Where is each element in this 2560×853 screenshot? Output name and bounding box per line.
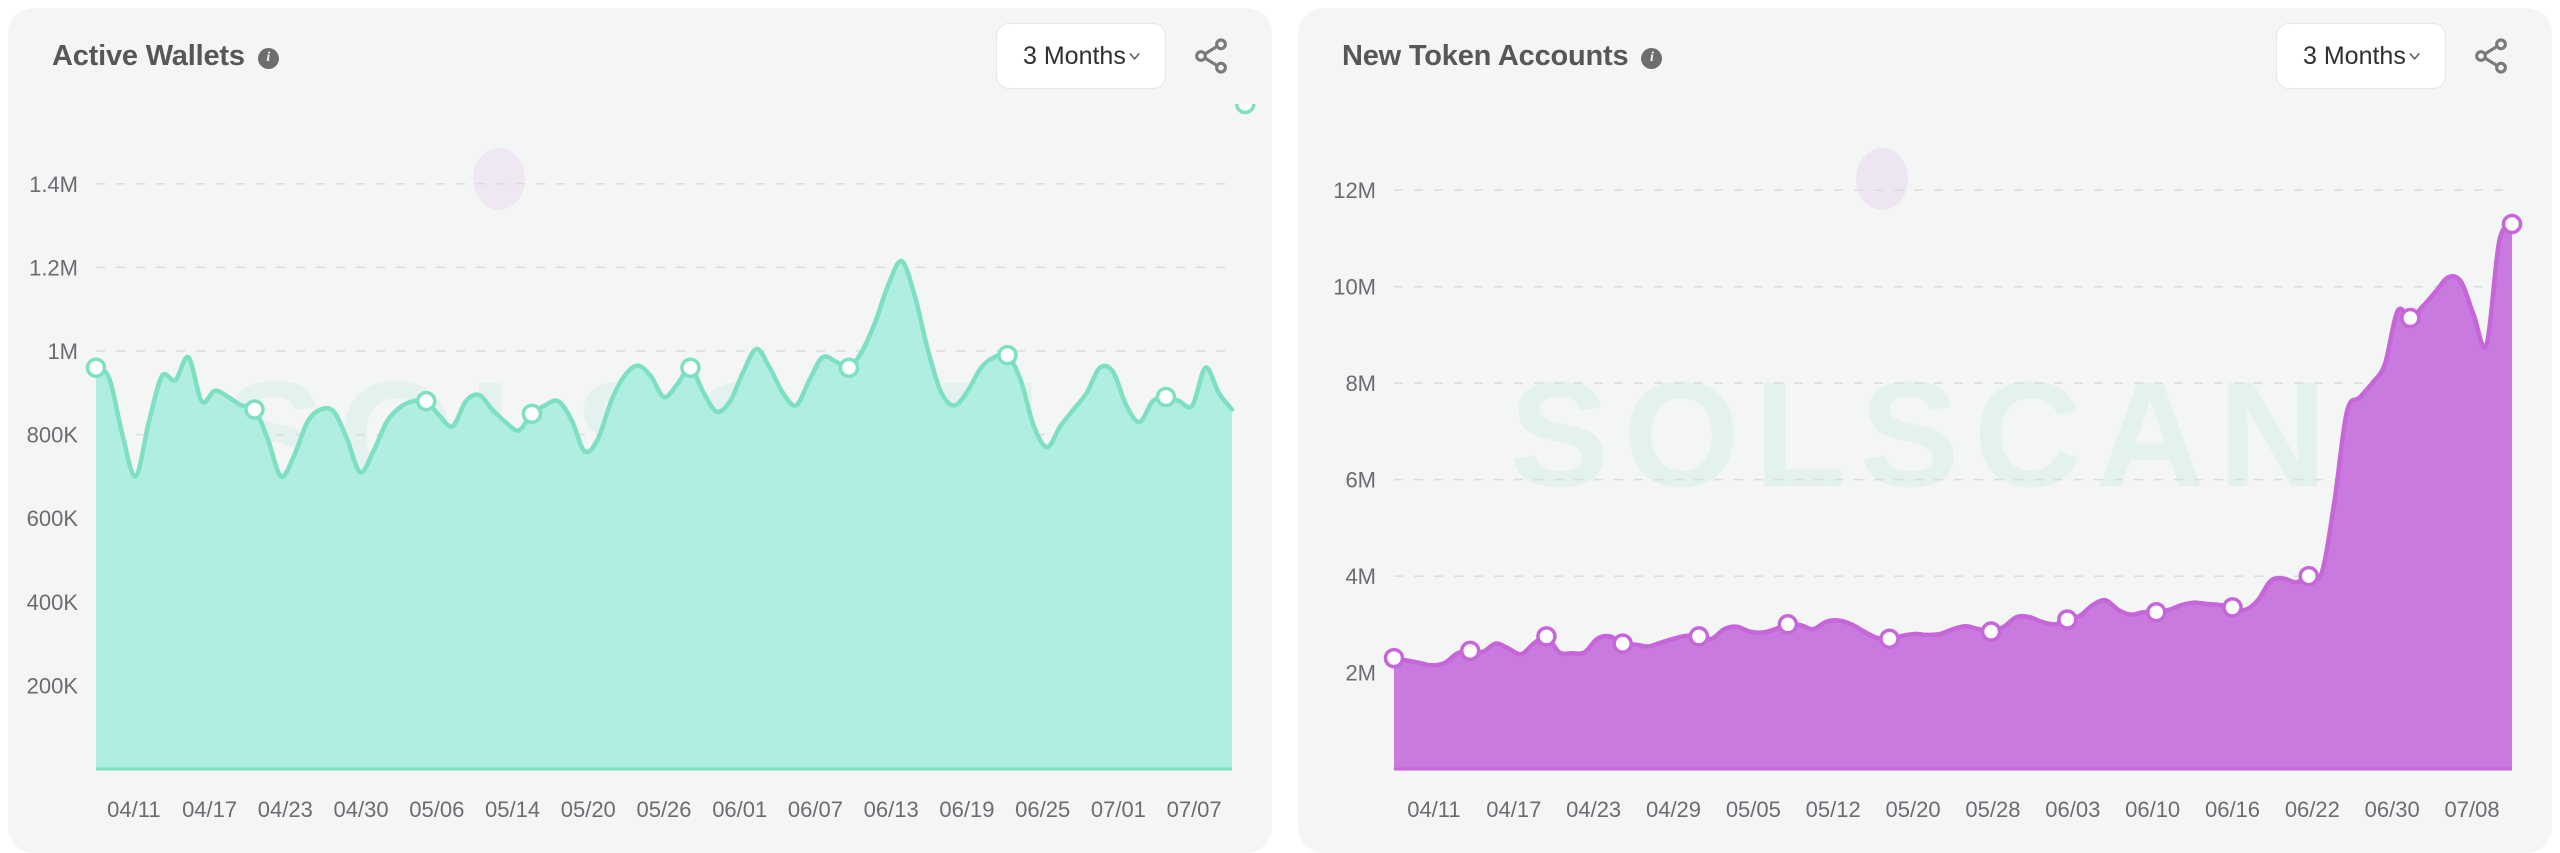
- data-point-marker[interactable]: [85, 357, 107, 378]
- active-wallets-chart[interactable]: SOLSCAN 200K400K600K800K1M1.2M1.4M04/110…: [8, 104, 1272, 853]
- data-point-marker[interactable]: [1688, 626, 1710, 647]
- x-axis-tick-label: 05/05: [1726, 797, 1781, 822]
- page-title: Active Wallets: [52, 39, 245, 72]
- card-header: Active Wallets i 3 Months: [8, 8, 1272, 104]
- x-axis-tick-label: 04/29: [1646, 797, 1701, 822]
- data-point-marker[interactable]: [415, 390, 437, 412]
- x-axis-tick-label: 04/11: [1407, 797, 1460, 822]
- data-point-marker[interactable]: [521, 403, 543, 424]
- x-axis-tick-label: 05/28: [1965, 797, 2020, 822]
- chart-canvas: 2M 4M 6M 8M 10M 12M 04/11 04/17 04/23 04/29 05/05 0…: [1333, 178, 2523, 822]
- y-axis-tick-label: 800K: [27, 423, 79, 448]
- data-point-marker[interactable]: [2298, 565, 2319, 587]
- data-point-marker[interactable]: [680, 357, 701, 378]
- data-point-marker[interactable]: [2222, 597, 2243, 618]
- x-axis-tick-label: 05/06: [409, 797, 464, 822]
- x-axis-tick-label: 04/23: [258, 797, 313, 822]
- data-point-marker[interactable]: [1459, 640, 1481, 662]
- data-point-marker[interactable]: [2501, 213, 2523, 235]
- area-fill: [1394, 223, 2512, 769]
- x-axis-tick-label: 07/07: [1167, 797, 1222, 822]
- data-point-marker[interactable]: [838, 357, 860, 378]
- range-select-label: 3 Months: [2303, 41, 2406, 70]
- chevron-down-icon: [2409, 53, 2420, 60]
- y-axis-tick-label: 6M: [1345, 468, 1376, 493]
- x-axis-tick-label: 06/16: [2205, 797, 2260, 822]
- y-axis-tick-label: 4M: [1345, 564, 1376, 589]
- y-axis-tick-label: 12M: [1333, 178, 1376, 203]
- new-token-accounts-card: New Token Accounts i 3 Months SOLSCAN 2M…: [1298, 8, 2552, 853]
- y-axis-tick-label: 10M: [1333, 275, 1376, 300]
- x-axis-tick-label: 06/03: [2045, 797, 2100, 822]
- y-axis-tick-label: 400K: [27, 590, 79, 615]
- x-axis-tick-label: 05/20: [1886, 797, 1941, 822]
- share-icon: [1195, 38, 1227, 74]
- x-axis-tick-label: 06/22: [2285, 797, 2340, 822]
- y-axis-tick-label: 1.2M: [29, 255, 78, 280]
- x-axis-tick-label: 06/30: [2365, 797, 2420, 822]
- x-axis-tick-label: 07/08: [2445, 797, 2500, 822]
- data-point-marker[interactable]: [2400, 307, 2421, 329]
- data-point-marker[interactable]: [2146, 602, 2167, 623]
- new-token-accounts-chart[interactable]: SOLSCAN 2M 4M 6M 8M 10M 12M 04/11 04/17 04/23 04/…: [1298, 104, 2552, 853]
- area-fill: [96, 260, 1232, 769]
- data-point-marker[interactable]: [1536, 626, 1557, 647]
- x-axis-tick-label: 05/26: [636, 797, 691, 822]
- data-point-marker[interactable]: [2057, 609, 2078, 630]
- range-select-label: 3 Months: [1023, 41, 1126, 70]
- charts-dashboard: Active Wallets i 3 Months SOLSCAN 200K40…: [0, 0, 2560, 853]
- header-controls: 3 Months: [2276, 23, 2514, 89]
- x-axis-tick-label: 04/17: [1486, 797, 1541, 822]
- data-point-marker[interactable]: [1879, 628, 1900, 650]
- x-axis-tick-label: 06/07: [788, 797, 843, 822]
- range-select-new-token-accounts[interactable]: 3 Months: [2276, 23, 2446, 89]
- range-select-active-wallets[interactable]: 3 Months: [996, 23, 1166, 89]
- y-axis-tick-label: 8M: [1345, 371, 1376, 396]
- info-icon[interactable]: i: [1641, 47, 1663, 69]
- header-controls: 3 Months: [996, 23, 1234, 89]
- x-axis-tick-label: 05/14: [485, 797, 540, 822]
- data-point-marker[interactable]: [1155, 386, 1177, 408]
- data-point-marker[interactable]: [244, 399, 265, 420]
- data-point-marker[interactable]: [1383, 647, 1405, 669]
- x-axis-tick-label: 06/19: [939, 797, 994, 822]
- data-point-marker[interactable]: [1777, 614, 1799, 635]
- x-axis-tick-label: 04/30: [334, 797, 389, 822]
- y-axis-tick-label: 600K: [27, 506, 79, 531]
- x-axis-tick-label: 06/13: [864, 797, 919, 822]
- y-axis-tick-label: 200K: [27, 673, 79, 698]
- x-axis-tick-label: 05/20: [561, 797, 616, 822]
- y-axis-tick-label: 1.4M: [29, 172, 78, 197]
- data-point-marker[interactable]: [1980, 621, 2002, 642]
- active-wallets-card: Active Wallets i 3 Months SOLSCAN 200K40…: [8, 8, 1272, 853]
- chart-canvas: 200K 400K 600K 800K 1M 1.2M 1.4M 04/11 04/17 04/2…: [27, 104, 1256, 822]
- data-point-marker[interactable]: [1234, 104, 1256, 115]
- x-axis-tick-label: 05/12: [1806, 797, 1861, 822]
- data-point-marker[interactable]: [997, 344, 1018, 366]
- card-header: New Token Accounts i 3 Months: [1298, 8, 2552, 104]
- share-button-new-token-accounts[interactable]: [2468, 33, 2514, 79]
- x-axis-tick-label: 06/01: [712, 797, 767, 822]
- x-axis-tick-label: 04/23: [1566, 797, 1621, 822]
- chevron-down-icon: [1129, 53, 1140, 60]
- x-axis-tick-label: 06/10: [2125, 797, 2180, 822]
- info-icon[interactable]: i: [257, 47, 279, 69]
- share-button-active-wallets[interactable]: [1188, 33, 1234, 79]
- x-axis-tick-label: 06/25: [1015, 797, 1070, 822]
- x-axis-tick-label: 04/17: [182, 797, 237, 822]
- share-icon: [2475, 38, 2507, 74]
- data-point-marker[interactable]: [1612, 633, 1633, 654]
- x-axis-tick-label: 04/11: [107, 797, 160, 822]
- y-axis-tick-label: 2M: [1345, 661, 1376, 686]
- y-axis-tick-label: 1M: [47, 339, 78, 364]
- page-title: New Token Accounts: [1342, 39, 1629, 72]
- x-axis-tick-label: 07/01: [1091, 797, 1146, 822]
